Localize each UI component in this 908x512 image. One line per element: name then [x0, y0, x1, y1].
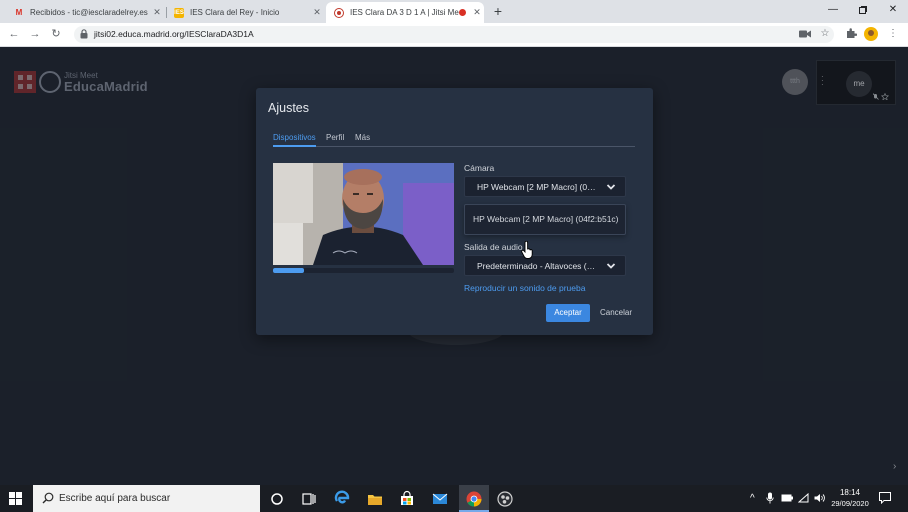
camera-label: Cámara: [464, 163, 495, 173]
hand-cursor-icon: [521, 241, 533, 259]
obs-icon[interactable]: [494, 489, 516, 509]
cortana-icon[interactable]: [266, 489, 288, 509]
close-window-button[interactable]: ✕: [878, 0, 908, 20]
tab-mas[interactable]: Más: [355, 133, 370, 142]
mail-icon[interactable]: [429, 489, 451, 509]
audio-output-label: Salida de audio: [464, 242, 523, 252]
microphone-icon[interactable]: [766, 492, 774, 504]
windows-taskbar: Escribe aquí para buscar ^ 18:14 29/09/2…: [0, 485, 908, 512]
camera-icon[interactable]: [798, 27, 812, 41]
menu-kebab-icon[interactable]: ⋮: [886, 27, 900, 41]
lock-icon: [80, 29, 88, 39]
tab-ies-clara[interactable]: IES IES Clara del Rey - Inicio ✕: [166, 2, 324, 23]
wifi-icon[interactable]: [798, 493, 809, 503]
jitsi-conference-page: Jitsi Meet EducaMadrid ttth · · · me › Aju…: [0, 47, 908, 485]
settings-dialog: Ajustes Dispositivos Perfil Más Cámara H…: [256, 88, 653, 335]
close-icon[interactable]: ✕: [150, 7, 164, 18]
task-view-icon[interactable]: [298, 489, 320, 509]
bookmark-star-icon[interactable]: ☆: [818, 27, 832, 41]
browser-toolbar: ← → ↻ jitsi02.educa.madrid.org/IESClaraD…: [0, 23, 908, 47]
close-icon[interactable]: ✕: [470, 7, 484, 18]
google-sites-icon: IES: [174, 7, 184, 18]
back-icon[interactable]: ←: [6, 26, 22, 42]
tab-jitsi[interactable]: IES Clara DA 3 D 1 A | Jitsi Meet ✕: [326, 2, 484, 23]
notifications-icon[interactable]: [879, 492, 891, 504]
chevron-down-icon: [606, 263, 616, 269]
gmail-icon: M: [15, 8, 23, 17]
camera-preview: [273, 163, 454, 265]
clock-time[interactable]: 18:14: [830, 488, 870, 497]
audio-level-fill: [273, 268, 304, 273]
chrome-icon[interactable]: [463, 489, 485, 509]
cancel-button[interactable]: Cancelar: [598, 304, 634, 322]
camera-select-value: HP Webcam [2 MP Macro] (04f2:b51c): [477, 182, 599, 192]
tab-title: IES Clara DA 3 D 1 A | Jitsi Meet: [350, 8, 459, 17]
show-hidden-icons-icon[interactable]: ^: [750, 493, 755, 504]
minimize-button[interactable]: —: [818, 0, 848, 20]
new-tab-button[interactable]: +: [490, 3, 506, 19]
tab-title: IES Clara del Rey - Inicio: [190, 8, 280, 17]
chevron-down-icon: [606, 184, 616, 190]
accept-button[interactable]: Aceptar: [546, 304, 590, 322]
camera-dropdown-menu: HP Webcam [2 MP Macro] (04f2:b51c): [464, 204, 626, 235]
address-bar[interactable]: jitsi02.educa.madrid.org/IESClaraDA3D1A: [74, 26, 834, 43]
active-tab-indicator: [273, 145, 316, 147]
dialog-title: Ajustes: [268, 101, 309, 115]
reload-icon[interactable]: ↻: [48, 26, 64, 42]
url-text: jitsi02.educa.madrid.org/IESClaraDA3D1A: [94, 29, 254, 39]
camera-option[interactable]: HP Webcam [2 MP Macro] (04f2:b51c): [473, 214, 621, 224]
audio-output-select[interactable]: Predeterminado - Altavoces (Realtek High…: [464, 255, 626, 276]
tab-title: Recibidos - tic@iesclaradelrey.es: [30, 8, 148, 17]
tab-perfil[interactable]: Perfil: [326, 133, 344, 142]
play-test-sound-link[interactable]: Reproducir un sonido de prueba: [464, 283, 585, 293]
tab-dispositivos[interactable]: Dispositivos: [273, 133, 316, 142]
profile-avatar-icon[interactable]: [864, 27, 878, 41]
camera-select[interactable]: HP Webcam [2 MP Macro] (04f2:b51c): [464, 176, 626, 197]
taskbar-search-box[interactable]: Escribe aquí para buscar: [33, 485, 260, 512]
close-icon[interactable]: ✕: [310, 7, 324, 18]
file-explorer-icon[interactable]: [364, 489, 386, 509]
battery-icon[interactable]: [781, 494, 793, 502]
tab-divider: [273, 146, 635, 147]
audio-level-meter: [273, 268, 454, 273]
clock-date[interactable]: 29/09/2020: [826, 499, 874, 508]
edge-icon[interactable]: [331, 489, 353, 509]
extensions-icon[interactable]: [844, 27, 858, 41]
jitsi-icon: [334, 7, 344, 18]
forward-icon[interactable]: →: [27, 26, 43, 42]
search-placeholder: Escribe aquí para buscar: [59, 493, 171, 504]
browser-tab-strip: M Recibidos - tic@iesclaradelrey.es ✕ IE…: [0, 0, 908, 23]
windows-start-icon[interactable]: [9, 492, 22, 505]
audio-output-value: Predeterminado - Altavoces (Realtek High…: [477, 261, 599, 271]
volume-icon[interactable]: [814, 493, 825, 503]
microsoft-store-icon[interactable]: [396, 489, 418, 509]
restore-button[interactable]: [848, 0, 878, 20]
recording-indicator-icon: [459, 9, 466, 16]
search-icon: [42, 492, 54, 504]
tab-gmail[interactable]: M Recibidos - tic@iesclaradelrey.es ✕: [6, 2, 164, 23]
